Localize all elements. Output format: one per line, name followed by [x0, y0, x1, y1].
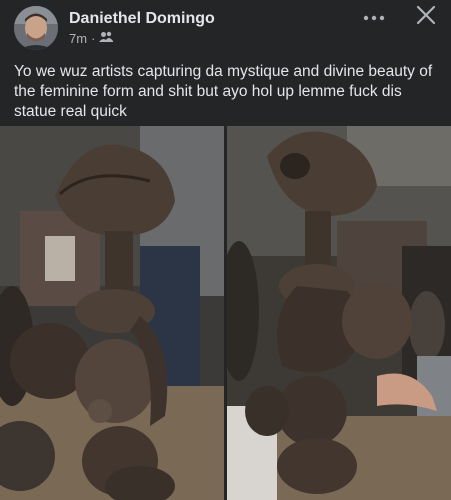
- more-options-icon: [363, 8, 385, 26]
- photo-divider: [224, 126, 227, 500]
- avatar[interactable]: [14, 6, 58, 50]
- close-icon: [416, 5, 436, 30]
- meta-separator: ·: [91, 31, 96, 46]
- author-name[interactable]: Daniethel Domingo: [69, 10, 215, 28]
- photo-left[interactable]: [0, 126, 224, 500]
- photo-right[interactable]: [227, 126, 451, 500]
- post-meta: 7m ·: [69, 31, 114, 46]
- more-options-button[interactable]: [357, 4, 391, 30]
- statue-photo-left: [0, 126, 224, 500]
- post-text: Yo we wuz artists capturing da mystique …: [14, 63, 433, 120]
- post-header: Daniethel Domingo 7m ·: [0, 0, 451, 56]
- close-button[interactable]: [410, 2, 442, 32]
- post-time[interactable]: 7m: [69, 31, 87, 46]
- statue-photo-right: [227, 126, 451, 500]
- friends-icon: [99, 31, 114, 46]
